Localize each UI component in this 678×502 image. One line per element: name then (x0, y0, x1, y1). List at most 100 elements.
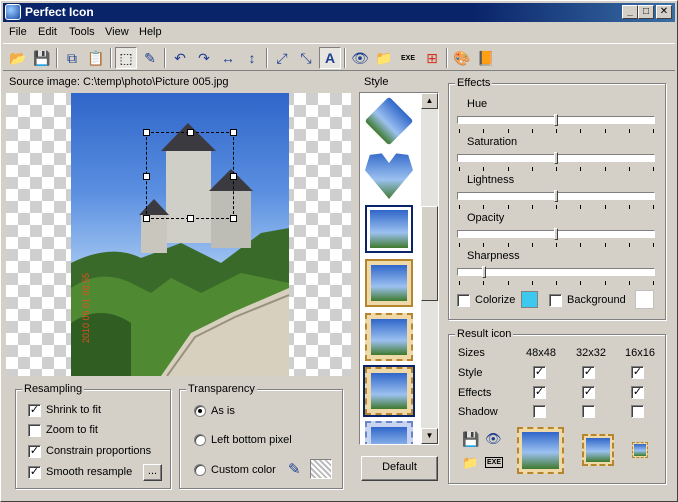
resample-options-button[interactable]: ... (143, 464, 162, 481)
background-color-swatch[interactable] (635, 290, 654, 309)
zoom-out-icon[interactable]: ⤡ (295, 47, 317, 69)
effects-16-checkbox[interactable]: ✓ (631, 386, 644, 399)
crop-selection[interactable] (143, 129, 237, 222)
zoom-to-fit-checkbox[interactable] (28, 424, 41, 437)
handle-bottom-right[interactable] (230, 215, 237, 222)
zoom-to-fit-label: Zoom to fit (46, 424, 98, 436)
palette-icon[interactable]: 🎨 (451, 47, 473, 69)
slider-tick (508, 205, 509, 209)
style-stamp-selected[interactable] (363, 365, 415, 417)
style-16-checkbox[interactable]: ✓ (631, 366, 644, 379)
sharpness-slider-thumb[interactable] (482, 266, 486, 278)
close-button[interactable]: ✕ (656, 5, 672, 19)
menu-help[interactable]: Help (139, 26, 162, 38)
preview-icon[interactable]: 👁 (349, 47, 371, 69)
saturation-slider-thumb[interactable] (554, 152, 558, 164)
style-heart[interactable] (365, 151, 413, 199)
style-48-checkbox[interactable]: ✓ (533, 366, 546, 379)
scroll-down-icon[interactable]: ▼ (421, 428, 438, 444)
flip-horizontal-icon[interactable]: ↔ (217, 47, 239, 69)
scroll-thumb[interactable] (421, 206, 438, 301)
style-stamp[interactable] (365, 313, 413, 361)
handle-top[interactable] (187, 129, 194, 136)
handle-bottom[interactable] (187, 215, 194, 222)
save-icon[interactable]: 💾 (462, 431, 479, 448)
slider-tick (556, 205, 557, 209)
custom-color-radio[interactable] (194, 464, 206, 476)
slider-tick (532, 243, 533, 247)
source-preview[interactable]: 2010 06 01 08:55 (6, 93, 351, 376)
result-icon-48 (517, 427, 564, 474)
shrink-to-fit-checkbox[interactable]: ✓ (28, 404, 41, 417)
minimize-button[interactable]: _ (622, 5, 638, 19)
eyedropper-icon[interactable]: ✎ (139, 47, 161, 69)
photo-date-watermark: 2010 06 01 08:55 (81, 272, 91, 343)
effects-48-checkbox[interactable]: ✓ (533, 386, 546, 399)
style-diamond[interactable] (365, 97, 413, 145)
auto-fit-icon[interactable]: A (319, 47, 341, 69)
default-button[interactable]: Default (361, 456, 438, 481)
menu-edit[interactable]: Edit (38, 26, 57, 38)
exe-icon[interactable]: EXE (485, 457, 504, 468)
hue-slider-thumb[interactable] (554, 114, 558, 126)
open-icon[interactable]: 📂 (7, 47, 29, 69)
lightness-slider-thumb[interactable] (554, 190, 558, 202)
style-32-checkbox[interactable]: ✓ (582, 366, 595, 379)
colorize-color-swatch[interactable] (521, 291, 538, 308)
rotate-left-icon[interactable]: ↶ (169, 47, 191, 69)
save-icon[interactable]: 💾 (31, 47, 53, 69)
style-gold-frame[interactable] (365, 259, 413, 307)
shadow-48-checkbox[interactable] (533, 405, 546, 418)
title-bar[interactable]: Perfect Icon _ □ ✕ (3, 3, 675, 22)
select-rect-icon[interactable]: ⬚ (115, 47, 137, 69)
effects-32-checkbox[interactable]: ✓ (582, 386, 595, 399)
constrain-proportions-checkbox[interactable]: ✓ (28, 445, 41, 458)
handle-left[interactable] (143, 173, 150, 180)
opacity-slider-thumb[interactable] (554, 228, 558, 240)
zoom-in-icon[interactable]: ⤢ (271, 47, 293, 69)
sharpness-label: Sharpness (467, 250, 520, 262)
menu-tools[interactable]: Tools (69, 26, 95, 38)
sharpness-slider[interactable] (457, 266, 655, 278)
shadow-16-checkbox[interactable] (631, 405, 644, 418)
shadow-32-checkbox[interactable] (582, 405, 595, 418)
menu-file[interactable]: File (9, 26, 27, 38)
handle-top-left[interactable] (143, 129, 150, 136)
smooth-resample-checkbox[interactable]: ✓ (28, 466, 41, 479)
scroll-up-icon[interactable]: ▲ (421, 93, 438, 109)
handle-top-right[interactable] (230, 129, 237, 136)
exe-icon[interactable]: EXE (397, 47, 419, 69)
opacity-slider[interactable] (457, 228, 655, 240)
as-is-radio[interactable] (194, 405, 206, 417)
windows-icon[interactable]: ⊞ (421, 47, 443, 69)
slider-tick (483, 129, 484, 133)
custom-color-swatch[interactable] (310, 459, 332, 479)
new-folder-icon[interactable]: 📁 (373, 47, 395, 69)
maximize-button[interactable]: □ (638, 5, 654, 19)
rotate-right-icon[interactable]: ↷ (193, 47, 215, 69)
menu-view[interactable]: View (105, 26, 129, 38)
style-list[interactable]: ▲ ▼ (359, 92, 439, 445)
style-scrollbar[interactable]: ▲ ▼ (421, 93, 438, 444)
background-checkbox[interactable] (549, 294, 562, 307)
saturation-slider[interactable] (457, 152, 655, 164)
slider-tick (459, 205, 460, 209)
hue-slider[interactable] (457, 114, 655, 126)
new-folder-icon[interactable]: 📁 (462, 455, 478, 471)
handle-bottom-left[interactable] (143, 215, 150, 222)
flip-vertical-icon[interactable]: ↕ (241, 47, 263, 69)
handle-right[interactable] (230, 173, 237, 180)
style-square[interactable] (365, 205, 413, 253)
book-icon[interactable]: 📙 (475, 47, 497, 69)
sizes-header: Sizes (458, 347, 485, 359)
colorize-checkbox[interactable] (457, 294, 470, 307)
lightness-slider[interactable] (457, 190, 655, 202)
eyedropper-icon[interactable]: ✎ (288, 460, 301, 478)
preview-icon[interactable]: 👁 (485, 431, 502, 447)
style-blue-stamp[interactable] (365, 421, 413, 444)
effects-row-label: Effects (458, 387, 492, 399)
copy-icon[interactable]: ⧉ (61, 47, 83, 69)
slider-tick (532, 281, 533, 285)
left-bottom-pixel-radio[interactable] (194, 434, 206, 446)
paste-icon[interactable]: 📋 (85, 47, 107, 69)
